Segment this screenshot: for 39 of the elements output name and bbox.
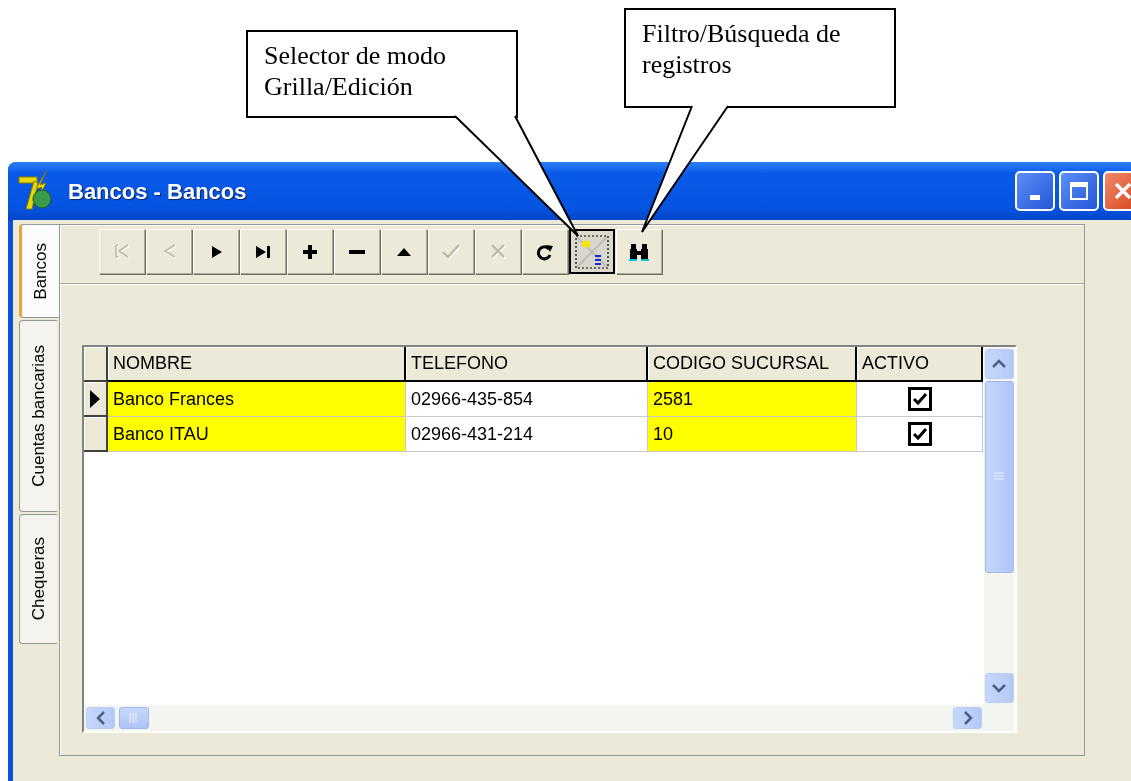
down-chevron-icon [992, 683, 1006, 693]
row-indicator[interactable] [84, 382, 108, 417]
minimize-icon [1030, 195, 1040, 200]
checkbox[interactable] [907, 422, 932, 446]
row-indicator [84, 347, 108, 382]
close-button[interactable] [1103, 171, 1131, 211]
column-header[interactable]: CODIGO SUCURSAL [648, 347, 857, 382]
side-tab[interactable]: Bancos [19, 224, 59, 318]
grip-icon [129, 712, 139, 724]
scroll-up-button[interactable] [984, 349, 1014, 379]
grip-icon [993, 472, 1005, 482]
table-cell: Banco ITAU [108, 417, 406, 452]
callout-text: Selector de modo Grilla/Edición [246, 30, 518, 118]
toolbar-button[interactable] [569, 229, 615, 274]
minus-icon [349, 249, 365, 254]
row-indicator[interactable] [84, 417, 108, 452]
table-cell: Banco Frances [108, 382, 406, 417]
grid-mode-icon [575, 234, 609, 269]
scroll-thumb[interactable] [984, 381, 1014, 573]
maximize-button[interactable] [1059, 171, 1099, 211]
side-tab[interactable]: Cuentas bancarias [19, 320, 57, 512]
side-tab[interactable]: Chequeras [19, 514, 57, 644]
table-cell: 2581 [648, 382, 857, 417]
window-title: Bancos - Bancos [68, 177, 248, 206]
up-chevron-icon [992, 359, 1006, 369]
table-cell: 10 [648, 417, 857, 452]
checkbox[interactable] [907, 387, 932, 411]
column-header[interactable]: ACTIVO [857, 347, 983, 382]
left-chevron-icon [95, 711, 106, 725]
scroll-thumb[interactable] [119, 707, 149, 729]
close-icon [1114, 182, 1131, 200]
maximize-icon [1070, 182, 1088, 200]
minimize-button[interactable] [1015, 171, 1055, 211]
scroll-down-button[interactable] [984, 673, 1014, 703]
right-chevron-icon [962, 711, 973, 725]
scroll-left-button[interactable] [86, 707, 115, 729]
column-header[interactable]: NOMBRE [108, 347, 406, 382]
scroll-right-button[interactable] [953, 707, 982, 729]
column-header[interactable]: TELEFONO [406, 347, 648, 382]
